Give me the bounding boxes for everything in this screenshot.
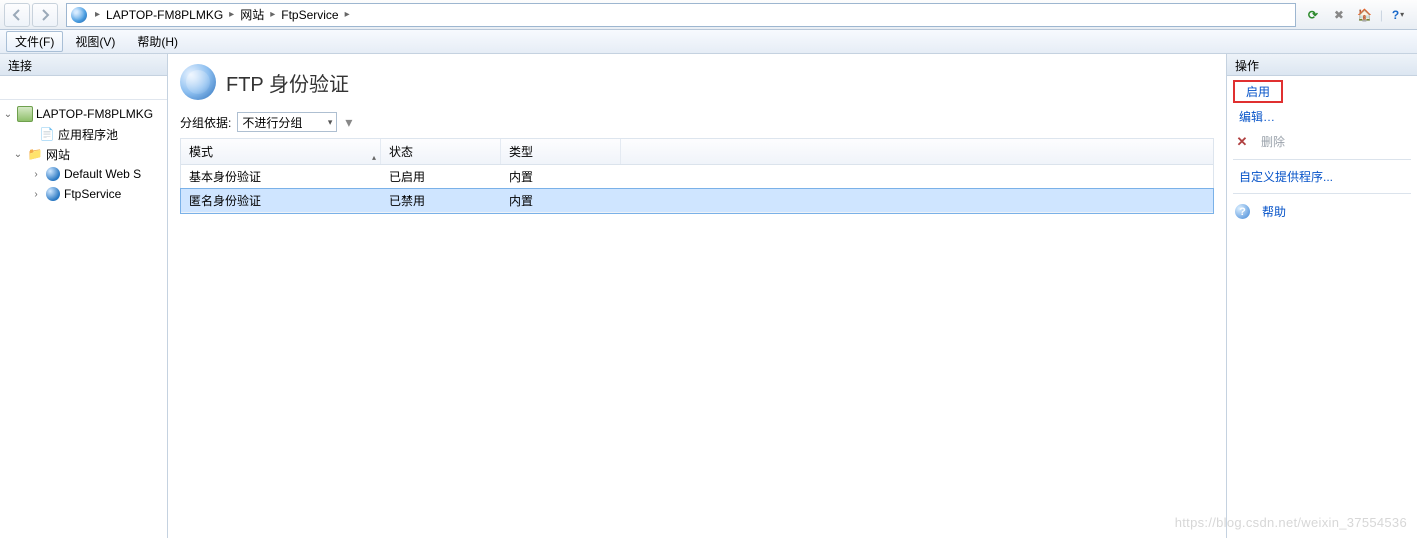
- back-button[interactable]: [4, 3, 30, 27]
- nav-bar: ▸ LAPTOP-FM8PLMKG ▸ 网站 ▸ FtpService ▸ ⟳ …: [0, 0, 1417, 30]
- expander-icon[interactable]: ⌄: [2, 109, 14, 120]
- menu-view[interactable]: 视图(V): [65, 31, 125, 52]
- help-button[interactable]: ?▾: [1387, 4, 1409, 26]
- group-by-row: 分组依据: 不进行分组 ▾ ▾: [180, 108, 1214, 136]
- cell-mode: 匿名身份验证: [181, 189, 381, 212]
- menu-help-label: 帮助(H): [137, 35, 178, 49]
- grid-row[interactable]: 匿名身份验证 已禁用 内置: [181, 189, 1213, 213]
- tree-default-site[interactable]: › Default Web S: [2, 164, 165, 184]
- group-by-clear-button[interactable]: ▾: [345, 114, 352, 131]
- action-help-label: 帮助: [1256, 201, 1292, 222]
- tree-server[interactable]: ⌄ LAPTOP-FM8PLMKG: [2, 104, 165, 124]
- globe-icon: [71, 7, 87, 23]
- connections-header: 连接: [0, 54, 167, 76]
- action-delete-label: 删除: [1255, 131, 1291, 152]
- arrow-left-icon: [10, 8, 24, 22]
- main-columns: 连接 ⌄ LAPTOP-FM8PLMKG 📄 应用程序池 ⌄ 📁 网站 › De: [0, 54, 1417, 538]
- tree-default-site-label: Default Web S: [64, 167, 141, 181]
- expander-icon[interactable]: ›: [30, 169, 42, 180]
- home-icon: 🏠: [1357, 8, 1372, 22]
- actions-panel: 操作 启用 编辑… ✕ 删除 自定义提供程序... ? 帮助: [1227, 54, 1417, 538]
- auth-grid: 模式 状态 类型 基本身份验证 已启用 内置 匿名身份验证 已禁用 内置: [180, 138, 1214, 214]
- action-enable[interactable]: 启用: [1240, 83, 1276, 101]
- breadcrumb-item[interactable]: FtpService: [281, 8, 338, 22]
- actions-list: 启用 编辑… ✕ 删除 自定义提供程序... ? 帮助: [1227, 76, 1417, 227]
- help-icon: ?: [1235, 204, 1250, 219]
- menu-view-label: 视图(V): [75, 35, 115, 49]
- help-icon: ?: [1392, 8, 1399, 22]
- arrow-right-icon: [38, 8, 52, 22]
- menu-help[interactable]: 帮助(H): [127, 31, 188, 52]
- separator: [1233, 159, 1411, 160]
- folder-icon: 📁: [27, 146, 43, 162]
- refresh-button[interactable]: ⟳: [1302, 4, 1324, 26]
- globe-icon: [45, 186, 61, 202]
- stop-button[interactable]: ✖: [1328, 4, 1350, 26]
- breadcrumb-sep: ▸: [89, 9, 106, 20]
- column-status[interactable]: 状态: [381, 139, 501, 164]
- column-type[interactable]: 类型: [501, 139, 621, 164]
- grid-body: 基本身份验证 已启用 内置 匿名身份验证 已禁用 内置: [181, 165, 1213, 213]
- group-by-value: 不进行分组: [242, 114, 302, 131]
- tree-app-pools-label: 应用程序池: [58, 126, 118, 143]
- grid-header: 模式 状态 类型: [181, 139, 1213, 165]
- action-delete[interactable]: ✕ 删除: [1233, 130, 1411, 153]
- menu-file[interactable]: 文件(F): [6, 31, 63, 52]
- tree-sites-label: 网站: [46, 146, 70, 163]
- cell-status: 已禁用: [381, 189, 501, 212]
- refresh-icon: ⟳: [1308, 8, 1318, 22]
- page-title-row: FTP 身份验证: [180, 54, 1214, 108]
- expander-icon[interactable]: ›: [30, 189, 42, 200]
- delete-icon: ✕: [1235, 134, 1249, 150]
- grid-row[interactable]: 基本身份验证 已启用 内置: [181, 165, 1213, 189]
- chevron-down-icon: ▾: [328, 117, 333, 128]
- cell-status: 已启用: [381, 165, 501, 188]
- menu-file-label: 文件(F): [15, 35, 54, 49]
- breadcrumb-sep: ▸: [264, 9, 281, 20]
- breadcrumb-item[interactable]: LAPTOP-FM8PLMKG: [106, 8, 223, 22]
- home-button[interactable]: 🏠: [1354, 4, 1376, 26]
- cell-type: 内置: [501, 189, 621, 212]
- action-enable-highlight: 启用: [1233, 80, 1411, 103]
- page-title: FTP 身份验证: [226, 68, 349, 97]
- tree-app-pools[interactable]: 📄 应用程序池: [2, 124, 165, 144]
- tree-ftpservice-label: FtpService: [64, 187, 121, 201]
- globe-icon: [45, 166, 61, 182]
- cell-mode: 基本身份验证: [181, 165, 381, 188]
- tree-server-label: LAPTOP-FM8PLMKG: [36, 107, 153, 121]
- connections-toolbar[interactable]: [0, 76, 167, 100]
- ftp-auth-icon: [180, 64, 216, 100]
- connections-tree: ⌄ LAPTOP-FM8PLMKG 📄 应用程序池 ⌄ 📁 网站 › Defau…: [0, 100, 167, 208]
- nav-right-icons: ⟳ ✖ 🏠 | ?▾: [1302, 4, 1413, 26]
- forward-button[interactable]: [32, 3, 58, 27]
- actions-header: 操作: [1227, 54, 1417, 76]
- action-custom-providers[interactable]: 自定义提供程序...: [1233, 166, 1411, 187]
- server-icon: [17, 106, 33, 122]
- connections-panel: 连接 ⌄ LAPTOP-FM8PLMKG 📄 应用程序池 ⌄ 📁 网站 › De: [0, 54, 168, 538]
- chevron-down-icon: ▾: [1400, 10, 1404, 19]
- breadcrumb-sep: ▸: [223, 9, 240, 20]
- watermark: https://blog.csdn.net/weixin_37554536: [1175, 515, 1407, 530]
- group-by-combobox[interactable]: 不进行分组 ▾: [237, 112, 337, 132]
- cell-type: 内置: [501, 165, 621, 188]
- apppool-icon: 📄: [39, 126, 55, 142]
- tree-sites[interactable]: ⌄ 📁 网站: [2, 144, 165, 164]
- stop-icon: ✖: [1334, 8, 1344, 22]
- content-panel: FTP 身份验证 分组依据: 不进行分组 ▾ ▾ 模式 状态 类型 基本身份验证…: [168, 54, 1227, 538]
- column-mode[interactable]: 模式: [181, 139, 381, 164]
- breadcrumb-sep: ▸: [339, 9, 356, 20]
- group-by-label: 分组依据:: [180, 114, 231, 131]
- tree-ftpservice[interactable]: › FtpService: [2, 184, 165, 204]
- expander-icon[interactable]: ⌄: [12, 149, 24, 160]
- menu-bar: 文件(F) 视图(V) 帮助(H): [0, 30, 1417, 54]
- breadcrumb-item[interactable]: 网站: [240, 6, 264, 23]
- action-edit[interactable]: 编辑…: [1233, 106, 1411, 127]
- breadcrumb[interactable]: ▸ LAPTOP-FM8PLMKG ▸ 网站 ▸ FtpService ▸: [66, 3, 1296, 27]
- separator: [1233, 193, 1411, 194]
- action-help[interactable]: ? 帮助: [1233, 200, 1411, 223]
